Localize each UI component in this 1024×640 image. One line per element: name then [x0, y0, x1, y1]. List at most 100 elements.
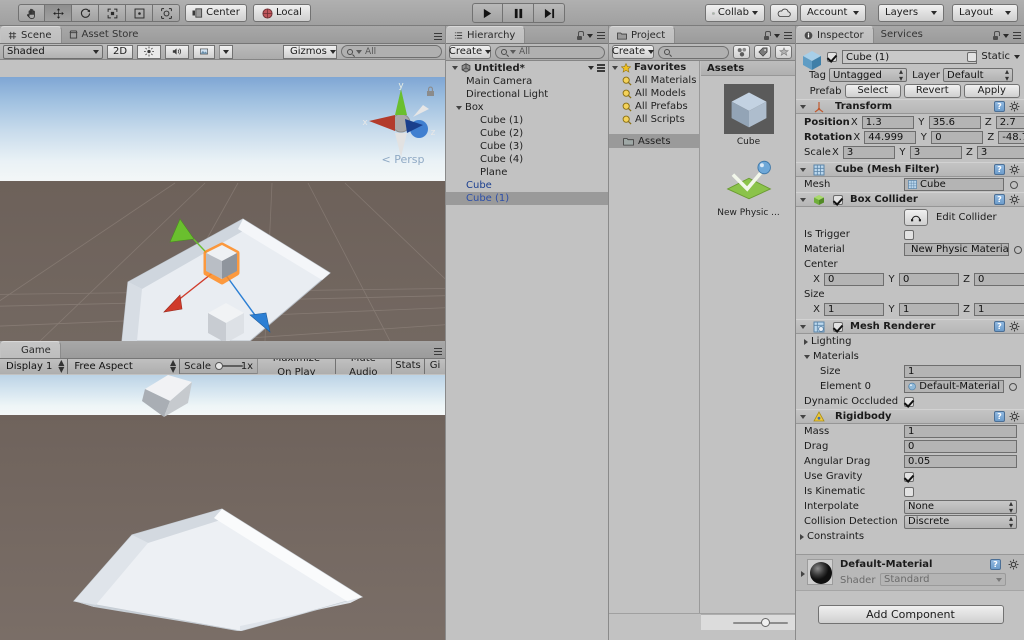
scale-row[interactable]: Scale X3 Y3 Z3 [796, 145, 1024, 160]
scene-expand-icon[interactable] [452, 66, 458, 70]
hierarchy-item-expand-icon[interactable] [456, 105, 462, 110]
scale-x-field[interactable]: 3 [842, 146, 895, 159]
dynamic-occluded-row[interactable]: Dynamic Occluded [796, 394, 1024, 409]
position-x-field[interactable]: 1.3 [861, 116, 914, 129]
scene-menu-icon[interactable] [434, 32, 442, 40]
center-x-field[interactable]: 0 [824, 273, 884, 286]
gizmos-button[interactable]: Gizmos [283, 44, 337, 59]
transform-header[interactable]: Transform ? [796, 99, 1024, 114]
mesh-filter-gear-icon[interactable] [1009, 164, 1020, 175]
dynamic-occluded-checkbox[interactable] [904, 396, 914, 407]
inspector-tab-options[interactable] [992, 31, 1021, 40]
scale-tool-button[interactable] [99, 4, 126, 22]
element0-picker-icon[interactable] [1009, 382, 1017, 391]
tag-layer-row[interactable]: Tag Untagged ▴ ▾ Layer Default ▴ ▾ [800, 68, 1020, 83]
rotation-row[interactable]: Rotation X44.999 Y0 Z-48.715 [796, 130, 1024, 145]
draw-mode-dropdown[interactable]: Shaded [3, 44, 103, 59]
hierarchy-item[interactable]: Box [446, 101, 609, 114]
favorites-expand-icon[interactable] [612, 65, 618, 70]
material-expand-icon[interactable] [801, 571, 805, 577]
is-trigger-checkbox[interactable] [904, 229, 914, 240]
scene-orientation-gizmo[interactable]: y x z < Persp [357, 79, 443, 165]
tab-inspector[interactable]: Inspector [796, 26, 874, 43]
hierarchy-item[interactable]: Plane [446, 166, 609, 179]
scale-slider-group[interactable]: Scale 1x [180, 358, 259, 374]
transform-gear-icon[interactable] [1009, 101, 1020, 112]
collision-detection-row[interactable]: Collision Detection Discrete ▴ ▾ [796, 514, 1024, 529]
scale-y-field[interactable]: 3 [909, 146, 962, 159]
scale-slider-handle[interactable] [215, 362, 223, 370]
size-y-field[interactable]: 1 [899, 303, 959, 316]
scene-options-menu-icon[interactable] [597, 64, 605, 72]
project-assets-column[interactable]: Assets Cube New Physic ... [701, 61, 795, 613]
layout-button[interactable]: Layout [952, 4, 1018, 22]
scene-lighting-toggle[interactable] [137, 44, 161, 59]
project-favorite-item[interactable]: All Models [609, 87, 699, 100]
rigidbody-expand-icon[interactable] [800, 414, 806, 419]
materials-element0-row[interactable]: Element 0 Default-Material [796, 379, 1024, 394]
asset-zoom-slider[interactable] [701, 614, 796, 630]
scene-tab-options[interactable] [434, 32, 442, 40]
mesh-renderer-enabled-checkbox[interactable] [833, 321, 843, 332]
asset-thumbnail[interactable] [724, 155, 774, 205]
pivot-mode-button[interactable]: Center [185, 4, 247, 22]
material-gear-icon[interactable] [1008, 559, 1019, 570]
layers-button[interactable]: Layers [878, 4, 944, 22]
tab-scene[interactable]: Scene [0, 26, 62, 43]
rotation-x-field[interactable]: 44.999 [864, 131, 917, 144]
handle-space-button[interactable]: Local [253, 4, 311, 22]
tab-asset-store[interactable]: Asset Store [62, 26, 148, 43]
rigidbody-gear-icon[interactable] [1009, 411, 1020, 422]
prefab-row[interactable]: Prefab Select Revert Apply [800, 84, 1021, 98]
favorites-filter-button[interactable] [775, 45, 792, 59]
position-y-field[interactable]: 35.6 [928, 116, 981, 129]
angular-drag-field[interactable]: 0.05 [904, 455, 1017, 468]
rigidbody-help-icon[interactable]: ? [994, 411, 1005, 422]
maximize-on-play-button[interactable]: Maximize On Play [258, 353, 336, 378]
prefab-select-button[interactable]: Select [844, 84, 902, 98]
edit-collider-row[interactable]: Edit Collider [796, 207, 1024, 227]
mesh-renderer-expand-icon[interactable] [800, 324, 806, 329]
hierarchy-item[interactable]: Cube (2) [446, 127, 609, 140]
filter-by-type-button[interactable] [733, 45, 750, 59]
project-menu-icon[interactable] [784, 31, 792, 40]
prefab-revert-button[interactable]: Revert [904, 84, 961, 98]
layer-dropdown[interactable]: Default ▴ ▾ [943, 68, 1013, 83]
object-name-field[interactable]: Cube (1) [842, 50, 977, 64]
hierarchy-menu-icon[interactable] [597, 31, 605, 40]
project-asset-grid[interactable]: Cube New Physic ... [701, 76, 795, 218]
2d-toggle-button[interactable]: 2D [107, 44, 133, 59]
project-favorites-list[interactable]: All Materials All Models All Prefabs All Sc… [609, 74, 699, 126]
constraints-foldout[interactable]: Constraints [796, 529, 1024, 544]
collider-material-picker-icon[interactable] [1014, 245, 1022, 254]
materials-foldout[interactable]: Materials [796, 349, 1024, 364]
constraints-expand-icon[interactable] [800, 533, 804, 540]
box-collider-gear-icon[interactable] [1009, 194, 1020, 205]
use-gravity-row[interactable]: Use Gravity [796, 469, 1024, 484]
game-tab-options[interactable] [434, 347, 442, 355]
hierarchy-item[interactable]: Cube [446, 179, 609, 192]
angular-drag-row[interactable]: Angular Drag 0.05 [796, 454, 1024, 469]
project-lock-icon[interactable] [763, 31, 771, 40]
hierarchy-lock-icon[interactable] [576, 31, 584, 40]
scene-audio-toggle[interactable] [165, 44, 189, 59]
hierarchy-tab-options[interactable] [576, 31, 605, 40]
collider-material-row[interactable]: Material New Physic Material [796, 242, 1024, 257]
inspector-lock-icon[interactable] [992, 31, 1000, 40]
is-kinematic-row[interactable]: Is Kinematic [796, 484, 1024, 499]
element0-field[interactable]: Default-Material [904, 380, 1004, 393]
object-enabled-checkbox[interactable] [827, 52, 837, 62]
inspector-menu-icon[interactable] [1013, 31, 1021, 40]
project-tree-column[interactable]: Favorites All Materials All Models All Pre… [609, 61, 700, 613]
hierarchy-scene-root[interactable]: Untitled* [446, 61, 609, 75]
hand-tool-button[interactable] [18, 4, 45, 22]
mesh-filter-help-icon[interactable]: ? [994, 164, 1005, 175]
rect-tool-button[interactable] [126, 4, 153, 22]
collision-detection-dropdown[interactable]: Discrete ▴ ▾ [904, 514, 1017, 529]
interpolate-dropdown[interactable]: None ▴ ▾ [904, 499, 1017, 514]
tab-hierarchy[interactable]: Hierarchy [446, 26, 526, 43]
scene-search-input[interactable]: All [341, 45, 442, 58]
hierarchy-item[interactable]: Cube (4) [446, 153, 609, 166]
game-menu-icon[interactable] [434, 347, 442, 355]
account-button[interactable]: Account [800, 4, 866, 22]
